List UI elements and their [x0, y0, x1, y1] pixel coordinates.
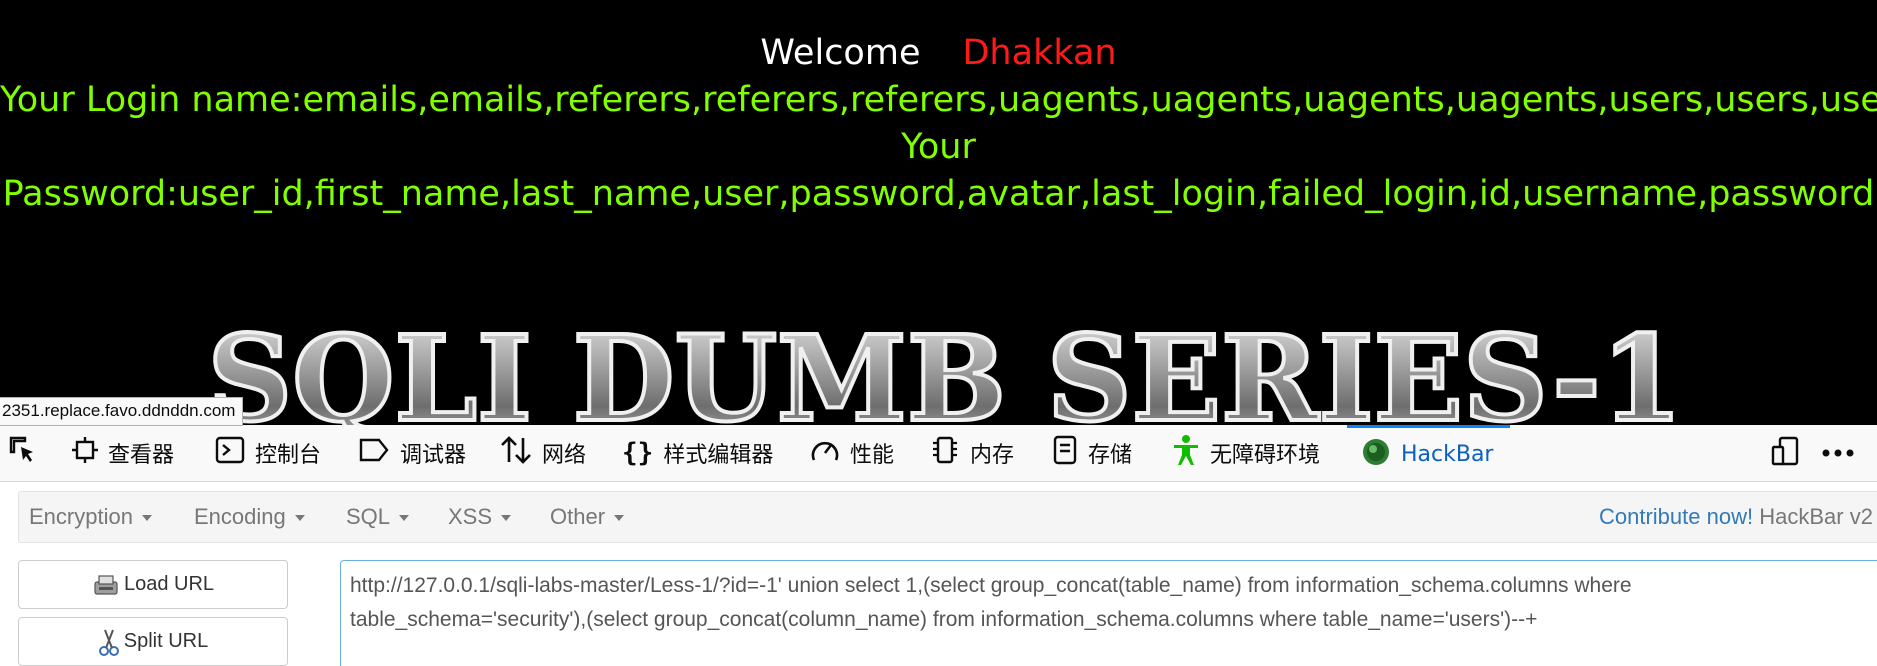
style-editor-icon: {}: [622, 438, 654, 468]
more-options-icon: [1820, 444, 1856, 463]
login-name-line: Your Login name:emails,emails,referers,r…: [0, 80, 1877, 120]
hackbar-menu-bar: Encryption Encoding SQL XSS Other Contri…: [18, 491, 1877, 543]
banner-text: SQLI DUMB SERIES-1: [208, 312, 1683, 425]
password-line-2: Password:user_id,first_name,last_name,us…: [2, 174, 1875, 214]
responsive-design-button[interactable]: [1770, 425, 1802, 481]
console-icon: [215, 436, 245, 470]
welcome-line: Welcome Dhakkan: [0, 32, 1877, 74]
menu-label: Encoding: [194, 504, 286, 529]
scissors-icon: [98, 627, 120, 657]
tab-memory[interactable]: 内存: [930, 425, 1014, 481]
sqli-banner: SQLI DUMB SERIES-1: [206, 312, 1685, 425]
menu-sql[interactable]: SQL: [346, 492, 410, 542]
menu-encryption[interactable]: Encryption: [29, 492, 152, 542]
debugger-icon: [358, 437, 390, 469]
password-line-1: Your: [901, 127, 976, 167]
menu-label: Encryption: [29, 504, 133, 529]
contribute-area: Contribute now! HackBar v2: [1599, 492, 1873, 542]
tab-label: 存储: [1088, 443, 1133, 468]
tab-label: 无障碍环境: [1210, 443, 1321, 468]
hackbar-version: HackBar v2: [1759, 504, 1873, 529]
url-input[interactable]: http://127.0.0.1/sqli-labs-master/Less-1…: [340, 560, 1877, 666]
devtools-panel: 查看器 控制台 调试器 网络 {} 样式编辑器 性能 内存 存储 无障碍环境 H…: [0, 425, 1877, 666]
performance-icon: [810, 436, 840, 470]
more-options-button[interactable]: [1820, 425, 1856, 481]
memory-icon: [930, 435, 960, 471]
welcome-label: Welcome: [760, 33, 921, 73]
caret-down-icon: [614, 515, 625, 522]
user-name: Dhakkan: [962, 33, 1117, 73]
load-url-label: Load URL: [123, 573, 215, 595]
element-picker-button[interactable]: [8, 425, 48, 481]
tab-label: 性能: [850, 443, 895, 468]
tab-hackbar[interactable]: HackBar: [1347, 425, 1510, 481]
menu-xss[interactable]: XSS: [448, 492, 512, 542]
contribute-link[interactable]: Contribute now!: [1599, 504, 1753, 529]
caret-down-icon: [501, 515, 512, 522]
tab-label: 内存: [970, 443, 1015, 468]
tab-style-editor[interactable]: {} 样式编辑器: [622, 425, 773, 481]
load-url-icon: [92, 573, 120, 597]
tab-debugger[interactable]: 调试器: [358, 425, 466, 481]
accessibility-icon: [1172, 434, 1200, 472]
caret-down-icon: [294, 515, 305, 522]
menu-other[interactable]: Other: [550, 492, 625, 542]
tab-storage[interactable]: 存储: [1052, 425, 1132, 481]
menu-encoding[interactable]: Encoding: [194, 492, 305, 542]
menu-label: SQL: [346, 504, 391, 529]
menu-label: XSS: [448, 504, 493, 529]
caret-down-icon: [141, 515, 152, 522]
tab-network[interactable]: 网络: [500, 425, 586, 481]
menu-label: Other: [550, 504, 606, 529]
tab-inspector[interactable]: 查看器: [72, 425, 174, 481]
responsive-design-icon: [1770, 435, 1802, 471]
split-url-button[interactable]: Split URL: [18, 617, 288, 666]
tab-label: HackBar: [1401, 442, 1494, 467]
tab-label: 调试器: [400, 443, 467, 468]
caret-down-icon: [399, 515, 410, 522]
tab-accessibility[interactable]: 无障碍环境: [1172, 425, 1320, 481]
tab-performance[interactable]: 性能: [810, 425, 894, 481]
status-bar-url: 2351.replace.favo.ddnddn.com: [0, 397, 244, 426]
devtools-toolbar: 查看器 控制台 调试器 网络 {} 样式编辑器 性能 内存 存储 无障碍环境 H…: [0, 425, 1877, 482]
split-url-label: Split URL: [123, 630, 209, 652]
tab-label: 网络: [542, 443, 587, 468]
storage-icon: [1052, 435, 1078, 471]
tab-console[interactable]: 控制台: [215, 425, 321, 481]
tab-label: 控制台: [255, 443, 322, 468]
network-icon: [500, 435, 532, 471]
inspector-icon: [72, 437, 98, 469]
tab-label: 查看器: [108, 443, 175, 468]
load-url-button[interactable]: Load URL: [18, 560, 288, 609]
page-content: Welcome Dhakkan Your Login name:emails,em…: [0, 0, 1877, 425]
tab-label: 样式编辑器: [663, 443, 774, 468]
hackbar-icon: [1361, 437, 1391, 473]
pick-element-icon: [8, 435, 38, 471]
